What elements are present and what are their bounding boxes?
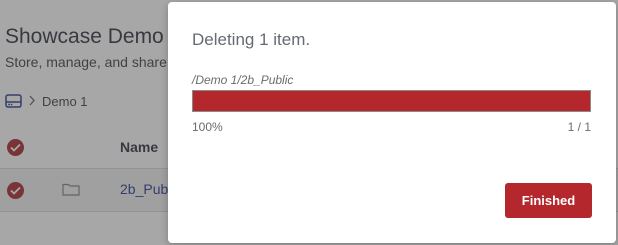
progress-percent: 100% bbox=[192, 120, 223, 134]
delete-progress-dialog: Deleting 1 item. /Demo 1/2b_Public 100% … bbox=[168, 2, 616, 243]
finished-button[interactable]: Finished bbox=[505, 183, 592, 218]
item-path: /Demo 1/2b_Public bbox=[192, 73, 294, 87]
progress-count: 1 / 1 bbox=[567, 120, 591, 134]
progress-fill bbox=[193, 91, 590, 111]
dialog-title: Deleting 1 item. bbox=[192, 30, 311, 49]
progress-bar bbox=[192, 90, 591, 112]
